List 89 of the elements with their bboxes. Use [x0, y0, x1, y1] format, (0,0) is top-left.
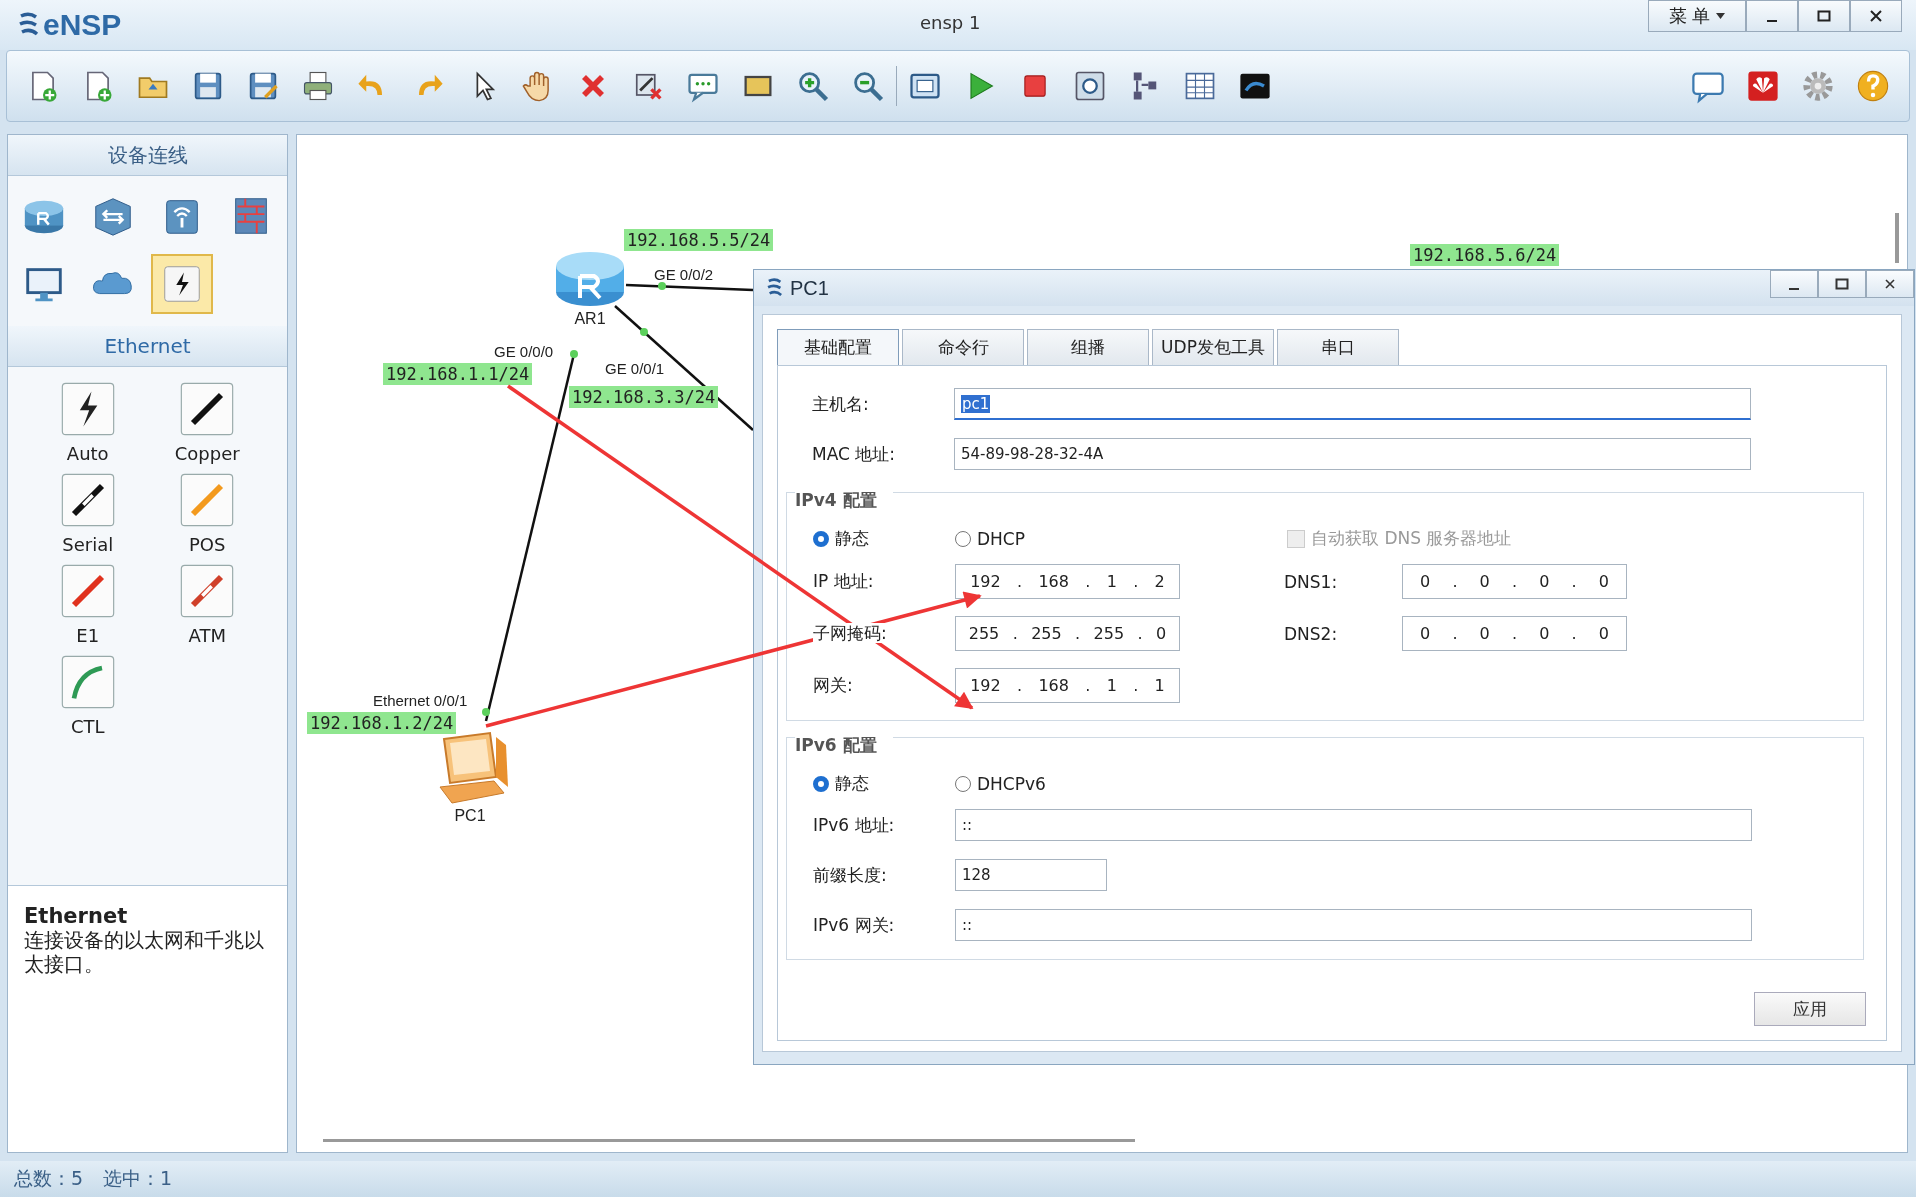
tab[interactable]: 基础配置 [777, 329, 899, 365]
vertical-scrollbar[interactable] [1895, 213, 1899, 263]
app-title: eNSP [43, 8, 122, 42]
tab[interactable]: 串口 [1277, 329, 1399, 365]
field-label: DNS2: [1284, 623, 1339, 644]
maximize-icon [1835, 277, 1849, 291]
group-title: IPv4 配置 [795, 489, 893, 512]
maximize-icon [1817, 9, 1831, 23]
radio-button[interactable]: DHCP [955, 528, 1097, 549]
caret-icon [1716, 13, 1726, 19]
close-button[interactable] [1850, 0, 1902, 32]
hostname-field[interactable]: pc1 [954, 388, 1751, 420]
close-icon [1883, 277, 1897, 291]
field-label: 前缀长度: [813, 863, 888, 887]
cable-icon [59, 381, 116, 437]
ip-address-label: 192.168.5.5/24 [624, 229, 774, 251]
cable-type-button[interactable]: Serial [28, 472, 148, 555]
port-dot [482, 708, 490, 716]
cable-icon [59, 472, 116, 528]
cable-icon [179, 381, 236, 437]
cable-type-button[interactable]: POS [147, 472, 267, 555]
cable-icon [179, 472, 236, 528]
field-label: IP 地址: [813, 571, 874, 591]
dns-address-field[interactable]: 0 . 0 . 0 . 0 [1402, 564, 1627, 599]
minimize-icon [1767, 20, 1777, 22]
tab[interactable]: 组播 [1027, 329, 1149, 365]
field-label: IPv6 地址: [813, 813, 896, 837]
port-label: GE 0/0/2 [654, 266, 714, 283]
menu-button[interactable]: 菜 单 [1648, 0, 1746, 32]
cable-type-button[interactable]: E1 [28, 563, 148, 646]
ipv6-gateway-field[interactable]: :: [955, 909, 1752, 941]
logo-icon [766, 278, 784, 298]
radio-button[interactable]: 静态 [813, 772, 955, 795]
prefix-length-field[interactable]: 128 [955, 859, 1107, 891]
node-label: PC1 [454, 807, 486, 825]
flower-logo-icon[interactable] [1745, 68, 1781, 104]
total-count: 总数：5 [14, 1166, 84, 1191]
cable-icon [59, 563, 116, 619]
cable-type-button[interactable]: ATM [147, 563, 267, 646]
field-label: DNS1: [1284, 571, 1339, 592]
port-label: GE 0/0/1 [605, 360, 665, 377]
selected-count: 选中：1 [103, 1166, 173, 1191]
field-label: 网关: [813, 675, 853, 695]
mac-address-field[interactable]: 54-89-98-28-32-4A [954, 438, 1751, 470]
tab[interactable]: 命令行 [902, 329, 1024, 365]
description-title: Ethernet [24, 904, 129, 928]
port-dot [640, 328, 648, 336]
radio-button[interactable]: DHCPv6 [955, 773, 1097, 794]
cable-icon [59, 654, 116, 710]
ip-address-field[interactable]: 192 . 168 . 1 . 2 [955, 564, 1180, 599]
ip-address-label: 192.168.1.1/24 [383, 363, 533, 385]
cable-type-button[interactable]: Auto [28, 381, 148, 464]
apply-button[interactable]: 应用 [1754, 992, 1866, 1026]
help-icon[interactable] [1855, 68, 1891, 104]
ip-address-label: 192.168.1.2/24 [307, 712, 457, 734]
group-title: IPv6 配置 [795, 734, 893, 757]
close-icon [1869, 9, 1883, 23]
cable-icon [179, 563, 236, 619]
cable-type-button[interactable]: CTL [28, 654, 148, 737]
tab[interactable]: UDP发包工具 [1152, 329, 1274, 365]
field-label: 主机名: [812, 392, 870, 416]
logo-icon [18, 12, 40, 38]
description-text: 连接设备的以太网和千兆以太接口。 [24, 928, 265, 976]
ip-address-field[interactable]: 255 . 255 . 255 . 0 [955, 616, 1180, 651]
ipv6-address-field[interactable]: :: [955, 809, 1752, 841]
dialog-title: PC1 [790, 276, 829, 300]
field-label: IPv6 网关: [813, 913, 896, 937]
field-label: 子网掩码: [813, 623, 887, 643]
port-dot [570, 350, 578, 358]
window-title: ensp 1 [920, 12, 981, 33]
port-dot [658, 282, 666, 290]
panel-header: 设备连线 [8, 135, 287, 176]
section-header: Ethernet [8, 326, 287, 367]
radio-button[interactable]: 静态 [813, 527, 955, 550]
ip-address-field[interactable]: 192 . 168 . 1 . 1 [955, 668, 1180, 703]
maximize-button[interactable] [1798, 0, 1850, 32]
field-label: MAC 地址: [812, 442, 896, 466]
horizontal-scrollbar[interactable] [323, 1139, 1135, 1142]
ip-address-label: 192.168.5.6/24 [1410, 244, 1560, 266]
node-label: AR1 [574, 310, 606, 328]
port-label: Ethernet 0/0/1 [373, 692, 468, 709]
ip-address-label: 192.168.3.3/24 [569, 386, 719, 408]
port-label: GE 0/0/0 [494, 343, 554, 360]
minimize-icon [1789, 288, 1799, 290]
cable-type-button[interactable]: Copper [147, 381, 267, 464]
maximize-button[interactable] [1818, 270, 1866, 298]
dns-address-field[interactable]: 0 . 0 . 0 . 0 [1402, 616, 1627, 651]
settings-icon[interactable] [1800, 68, 1836, 104]
link-line[interactable] [625, 283, 754, 292]
